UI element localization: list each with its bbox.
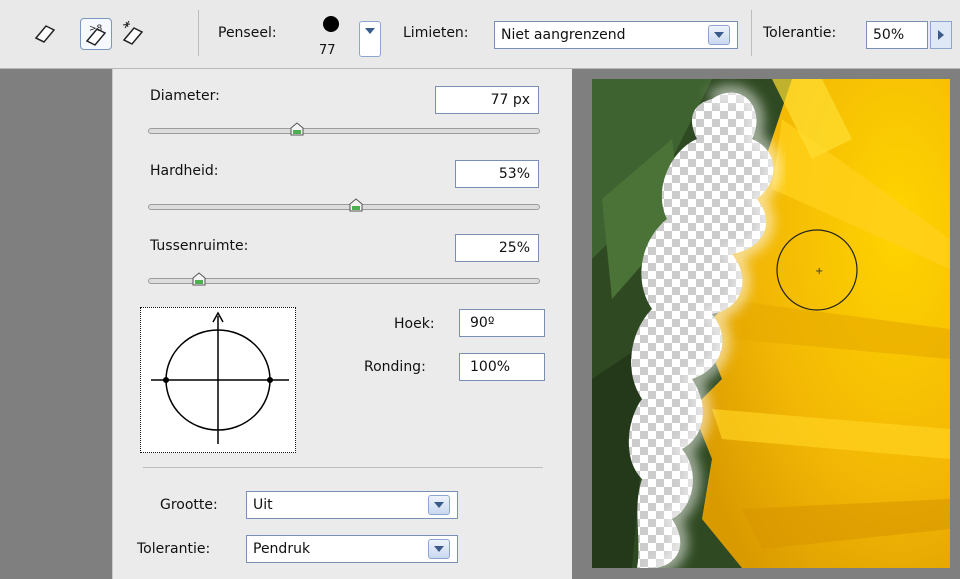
- panel-divider: [143, 467, 543, 468]
- toolbar-separator: [198, 10, 199, 56]
- tolerance-control-chevron-icon[interactable]: [428, 539, 450, 559]
- tolerance-control-value: Pendruk: [253, 541, 311, 557]
- toolbar-separator: [751, 10, 752, 56]
- spacing-field[interactable]: 25%: [455, 234, 539, 262]
- spacing-slider-thumb[interactable]: [192, 272, 206, 286]
- workspace-background: [0, 69, 112, 579]
- brush-shape-preview[interactable]: [140, 307, 296, 453]
- tolerance-control-select[interactable]: Pendruk: [246, 535, 458, 563]
- limits-select[interactable]: Niet aangrenzend: [494, 21, 738, 49]
- roundness-field[interactable]: 100%: [459, 353, 545, 381]
- magic-eraser-tool-icon[interactable]: [118, 18, 148, 48]
- limits-select-value: Niet aangrenzend: [501, 27, 626, 43]
- limits-dropdown-chevron-icon[interactable]: [708, 25, 730, 45]
- options-toolbar: >8 Penseel: 77 Limieten: Niet aangrenzen…: [0, 0, 960, 69]
- hardness-slider-thumb[interactable]: [349, 198, 363, 212]
- angle-field[interactable]: 90º: [459, 309, 545, 337]
- tolerance-field[interactable]: 50%: [866, 21, 928, 49]
- hardness-slider[interactable]: [148, 204, 540, 210]
- tolerance-label: Tolerantie:: [763, 25, 837, 41]
- document-canvas[interactable]: +: [592, 79, 950, 568]
- hardness-field[interactable]: 53%: [455, 160, 539, 188]
- brush-picker-button[interactable]: [359, 21, 381, 57]
- limits-label: Limieten:: [403, 25, 469, 41]
- size-control-label: Grootte:: [160, 497, 218, 513]
- tolerance-value: 50%: [873, 27, 905, 43]
- tolerance-slider-toggle-icon[interactable]: [930, 21, 952, 49]
- angle-label: Hoek:: [394, 316, 435, 332]
- size-control-select[interactable]: Uit: [246, 491, 458, 519]
- brush-cursor-crosshair-icon: +: [815, 266, 823, 277]
- spacing-slider[interactable]: [148, 278, 540, 284]
- spacing-label: Tussenruimte:: [150, 238, 249, 254]
- brush-tip-preview-icon[interactable]: [323, 16, 339, 32]
- roundness-label: Ronding:: [364, 359, 426, 375]
- background-eraser-tool-icon[interactable]: >8: [80, 18, 112, 50]
- diameter-label: Diameter:: [150, 88, 220, 104]
- diameter-slider[interactable]: [148, 128, 540, 134]
- diameter-slider-thumb[interactable]: [290, 122, 304, 136]
- brush-label: Penseel:: [218, 25, 277, 41]
- size-control-chevron-icon[interactable]: [428, 495, 450, 515]
- eraser-tool-icon[interactable]: [30, 18, 60, 48]
- svg-text:>8: >8: [89, 24, 103, 34]
- tolerance-control-label: Tolerantie:: [137, 541, 211, 557]
- size-control-value: Uit: [253, 497, 273, 513]
- roundness-handle-left: [163, 377, 169, 383]
- diameter-field[interactable]: 77 px: [435, 86, 539, 114]
- hardness-label: Hardheid:: [150, 163, 219, 179]
- roundness-handle-right: [267, 377, 273, 383]
- brush-size-label: 77: [319, 43, 336, 58]
